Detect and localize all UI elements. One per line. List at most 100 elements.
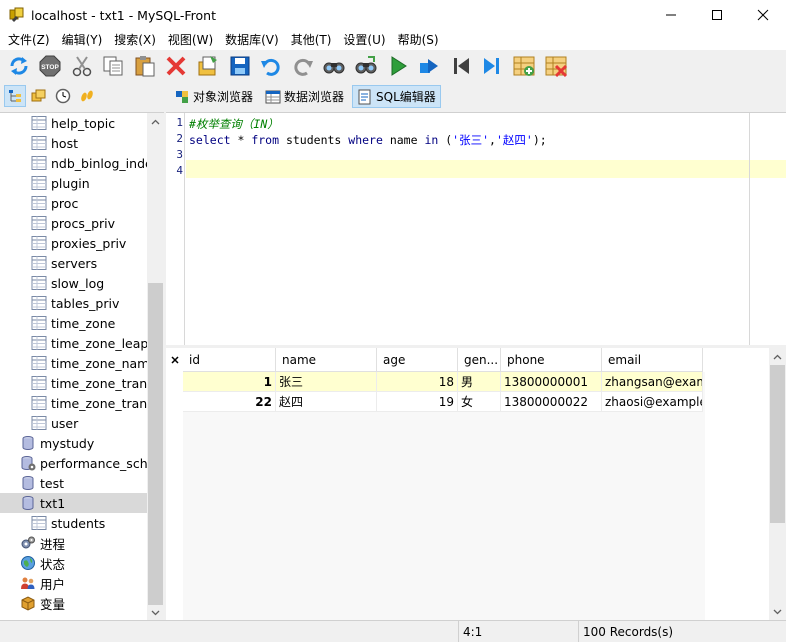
tree-item-plugin[interactable]: plugin [0, 173, 148, 193]
menu-search[interactable]: 搜索(X) [108, 30, 162, 50]
stop-button[interactable]: STOP [37, 52, 64, 80]
delete-row-button[interactable] [542, 52, 569, 80]
maximize-icon [712, 10, 722, 20]
menu-file[interactable]: 文件(Z) [2, 30, 56, 50]
cell-age[interactable]: 18 [377, 372, 458, 392]
cell-gender[interactable]: 男 [458, 372, 501, 392]
current-line-highlight [186, 160, 786, 178]
view-toolbar: 对象浏览器 数据浏览器 SQL编辑器 [0, 83, 786, 110]
tree-item[interactable]: 状态 [0, 553, 148, 573]
column-header-label: name [282, 352, 317, 367]
tree-item-help_topic[interactable]: help_topic [0, 113, 148, 133]
system-database-icon [21, 456, 36, 471]
close-button[interactable] [740, 0, 786, 30]
cell-id[interactable]: 1 [183, 372, 276, 392]
column-header-phone[interactable]: phone [501, 348, 602, 372]
menu-view[interactable]: 视图(W) [162, 30, 219, 50]
menu-settings[interactable]: 设置(U) [337, 30, 391, 50]
insert-row-button[interactable] [511, 52, 538, 80]
minimize-button[interactable] [648, 0, 694, 30]
cell-name[interactable]: 赵四 [276, 392, 377, 412]
tree-scroll-up-button[interactable] [147, 113, 164, 130]
cell-age[interactable]: 19 [377, 392, 458, 412]
tree-item-time_zone_transition_type[interactable]: time_zone_transition_type [0, 393, 148, 413]
history-button[interactable] [52, 85, 74, 107]
cell-phone[interactable]: 13800000022 [501, 392, 602, 412]
tree-item-performance_schema[interactable]: performance_schema [0, 453, 148, 473]
favorites-button[interactable] [28, 85, 50, 107]
maximize-button[interactable] [694, 0, 740, 30]
menu-other[interactable]: 其他(T) [285, 30, 338, 50]
tree-item-ndb_binlog_index[interactable]: ndb_binlog_index [0, 153, 148, 173]
column-header-email[interactable]: email [602, 348, 703, 372]
first-record-button[interactable] [447, 52, 474, 80]
tree-item-time_zone_leap_second[interactable]: time_zone_leap_second [0, 333, 148, 353]
line-number: 3 [176, 148, 183, 161]
column-header-age[interactable]: age [377, 348, 458, 372]
tree-item-time_zone_transition[interactable]: time_zone_transition [0, 373, 148, 393]
delete-button[interactable] [163, 52, 190, 80]
column-header-gender[interactable]: gen... [458, 348, 501, 372]
refresh-icon [9, 57, 28, 75]
tree-scroll-thumb[interactable] [148, 283, 163, 605]
refresh-button[interactable] [5, 52, 32, 80]
tree-item[interactable]: 变量 [0, 593, 148, 613]
tree-item-procs_priv[interactable]: procs_priv [0, 213, 148, 233]
open-button[interactable] [195, 52, 222, 80]
tree-vertical-scrollbar[interactable] [147, 113, 164, 620]
sql-editor[interactable]: 1 2 3 4 #枚举查询（IN） select * from students… [166, 112, 786, 346]
cut-button[interactable] [68, 52, 95, 80]
menu-database[interactable]: 数据库(V) [219, 30, 285, 50]
tree-item-user[interactable]: user [0, 413, 148, 433]
tab-data-browser[interactable]: 数据浏览器 [261, 85, 348, 108]
cell-email[interactable]: zhangsan@example.com [602, 372, 703, 392]
tree-item-mystudy[interactable]: mystudy [0, 433, 148, 453]
tree-item-label: tables_priv [51, 295, 120, 311]
tree-item[interactable]: 进程 [0, 533, 148, 553]
tree-item-host[interactable]: host [0, 133, 148, 153]
tree-view-button[interactable] [4, 85, 26, 107]
filter-button[interactable] [76, 85, 98, 107]
close-results-icon[interactable] [170, 355, 180, 365]
menu-edit[interactable]: 编辑(Y) [56, 30, 109, 50]
run-selection-button[interactable] [416, 52, 443, 80]
menu-help[interactable]: 帮助(S) [392, 30, 445, 50]
table-row[interactable]: 1 张三 18 男 13800000001 zhangsan@example.c… [183, 372, 703, 392]
tree-item-test[interactable]: test [0, 473, 148, 493]
find-button[interactable] [321, 52, 348, 80]
grid-scroll-down-button[interactable] [769, 603, 786, 620]
column-header-name[interactable]: name [276, 348, 377, 372]
tree-item-students[interactable]: students [0, 513, 148, 533]
cell-email[interactable]: zhaosi@example.com [602, 392, 703, 412]
tree-item-proxies_priv[interactable]: proxies_priv [0, 233, 148, 253]
undo-button[interactable] [258, 52, 285, 80]
tree-scroll-down-button[interactable] [147, 604, 164, 620]
tree-item[interactable]: 用户 [0, 573, 148, 593]
run-button[interactable] [384, 52, 411, 80]
tree-item-time_zone_name[interactable]: time_zone_name [0, 353, 148, 373]
paste-button[interactable] [131, 52, 158, 80]
grid-scroll-up-button[interactable] [769, 348, 786, 365]
cell-gender[interactable]: 女 [458, 392, 501, 412]
save-button[interactable] [226, 52, 253, 80]
tree-item-tables_priv[interactable]: tables_priv [0, 293, 148, 313]
tree-item-servers[interactable]: servers [0, 253, 148, 273]
tab-data-browser-label: 数据浏览器 [284, 90, 345, 104]
tree-item-slow_log[interactable]: slow_log [0, 273, 148, 293]
tree-item-proc[interactable]: proc [0, 193, 148, 213]
table-row[interactable]: 22 赵四 19 女 13800000022 zhaosi@example.co… [183, 392, 703, 412]
replace-button[interactable] [353, 52, 380, 80]
tree-item-txt1[interactable]: txt1 [0, 493, 148, 513]
cell-phone[interactable]: 13800000001 [501, 372, 602, 392]
last-record-button[interactable] [479, 52, 506, 80]
grid-vertical-scrollbar[interactable] [769, 348, 786, 620]
redo-button[interactable] [289, 52, 316, 80]
column-header-id[interactable]: id [183, 348, 276, 372]
cell-name[interactable]: 张三 [276, 372, 377, 392]
copy-button[interactable] [100, 52, 127, 80]
tree-item-time_zone[interactable]: time_zone [0, 313, 148, 333]
tab-object-browser[interactable]: 对象浏览器 [170, 85, 257, 108]
grid-scroll-thumb[interactable] [770, 365, 785, 523]
tab-sql-editor[interactable]: SQL编辑器 [352, 85, 441, 108]
cell-id[interactable]: 22 [183, 392, 276, 412]
